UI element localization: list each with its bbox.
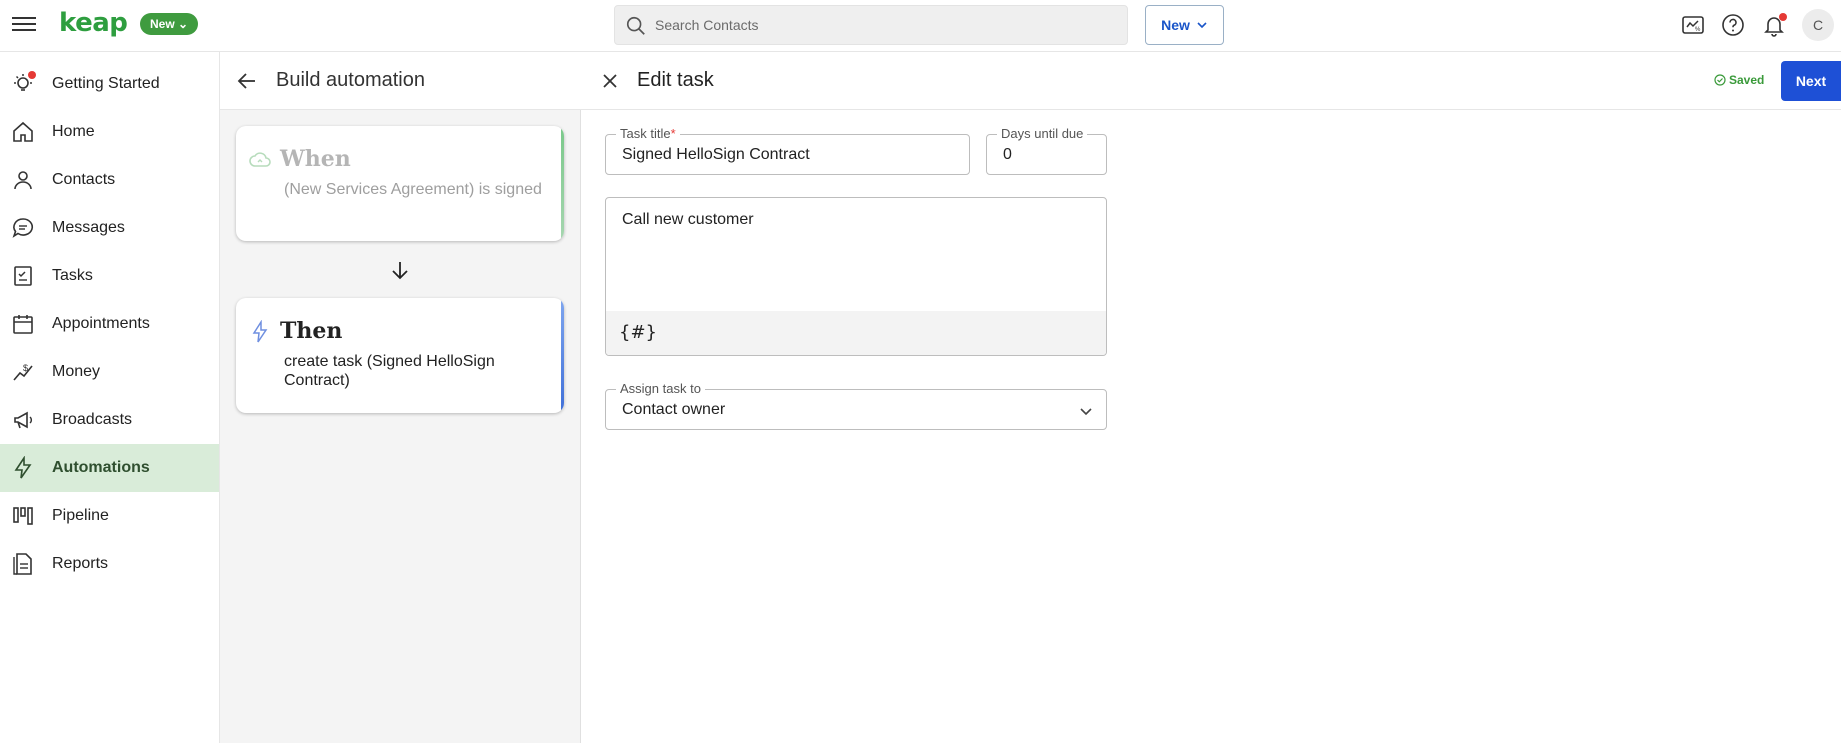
task-title-value: Signed HelloSign Contract [622,146,810,163]
sidebar-item-automations[interactable]: Automations [0,444,219,492]
menu-icon[interactable] [12,14,36,34]
chevron-down-icon [1080,408,1092,416]
task-title-field[interactable]: Task title* Signed HelloSign Contract [605,126,970,175]
report-icon [13,553,32,575]
sidebar-item-tasks[interactable]: Tasks [0,252,219,300]
new-button-label: New [1161,17,1190,33]
when-heading: When [280,146,351,172]
builder-title: Build automation [276,69,425,91]
calendar-icon [13,315,33,334]
task-description-textarea[interactable]: Call new customer {#} [605,197,1107,356]
chevron-down-icon: ⌄ [178,17,189,31]
assign-task-value: Contact owner [622,401,726,418]
sidebar-item-pipeline[interactable]: Pipeline [0,492,219,540]
chat-icon [12,218,34,238]
sales-receipt-icon[interactable]: % [1681,13,1705,37]
avatar[interactable]: C [1802,9,1834,41]
days-until-due-value: 0 [1003,146,1012,163]
new-button[interactable]: New [1145,5,1224,45]
sidebar-item-label: Getting Started [52,75,160,92]
svg-text:%: % [1695,27,1701,33]
sidebar-item-label: Home [52,123,95,140]
arrow-down-icon [392,262,408,280]
saved-status: Saved [1714,73,1764,87]
sidebar-item-label: Reports [52,555,109,572]
merge-field-button[interactable]: {#} [619,322,657,343]
edit-task-panel: Edit task Saved Next Task title* Signed … [581,52,1841,743]
help-icon[interactable] [1721,13,1745,37]
next-button[interactable]: Next [1781,61,1841,101]
sidebar-item-reports[interactable]: Reports [0,540,219,588]
sidebar-item-label: Messages [52,219,125,236]
sidebar-item-home[interactable]: Home [0,108,219,156]
builder-header: Build automation [220,52,581,110]
sidebar-item-label: Pipeline [52,507,109,524]
home-icon [13,121,33,142]
checklist-icon [14,266,32,286]
sidebar-item-label: Broadcasts [52,411,133,428]
search-input[interactable] [655,6,1115,44]
chevron-down-icon [1197,22,1207,29]
top-bar: keap New ⌄ New % C [0,0,1841,52]
megaphone-icon [14,411,32,429]
sidebar-item-label: Money [52,363,101,380]
sidebar-item-messages[interactable]: Messages [0,204,219,252]
editor-header: Edit task Saved Next [581,52,1841,110]
assign-task-select[interactable]: Assign task to Contact owner [605,381,1107,430]
when-trigger-card[interactable]: When (New Services Agreement) is signed [236,126,564,241]
sidebar-item-contacts[interactable]: Contacts [0,156,219,204]
assign-task-label: Assign task to [616,381,705,396]
sidebar-item-label: Appointments [52,315,150,332]
automation-builder-panel: Build automation When (New Services Agre… [220,52,581,743]
sidebar-item-getting-started[interactable]: Getting Started [0,60,219,108]
keap-logo[interactable]: keap [59,8,128,38]
sidebar-item-label: Contacts [52,171,116,188]
pipeline-icon [13,507,33,525]
money-icon: $ [13,363,33,381]
search-icon [626,16,645,35]
getting-started-badge [28,71,36,79]
then-description: create task (Signed HelloSign Contract) [284,353,495,389]
then-action-card[interactable]: Then create task (Signed HelloSign Contr… [236,298,564,413]
back-arrow-icon[interactable] [235,69,259,93]
person-icon [14,171,32,190]
card-edge [561,298,564,413]
notification-badge [1779,13,1787,21]
svg-text:$: $ [23,363,28,373]
new-quick-add-button[interactable]: New ⌄ [140,13,199,35]
sidebar-item-appointments[interactable]: Appointments [0,300,219,348]
then-heading: Then [280,318,343,344]
close-icon[interactable] [598,69,622,93]
when-description: (New Services Agreement) is signed [284,181,542,198]
sidebar-item-label: Automations [52,459,150,476]
sidebar-item-money[interactable]: $ Money [0,348,219,396]
check-circle-icon [1714,74,1726,86]
required-asterisk: * [670,126,676,141]
cloud-icon [249,152,271,167]
task-description-value: Call new customer [622,211,754,228]
sidebar: Getting Started Home Contacts Messages T… [0,52,220,743]
editor-title: Edit task [637,69,714,91]
task-title-label: Task title* [616,126,680,141]
bolt-icon [14,456,32,479]
sidebar-item-label: Tasks [52,267,93,284]
bolt-icon [252,320,268,343]
search-bar[interactable] [614,5,1128,45]
card-edge [561,126,564,241]
new-pill-label: New [150,17,175,31]
days-until-due-field[interactable]: Days until due 0 [986,126,1107,175]
days-until-due-label: Days until due [997,126,1088,141]
saved-label: Saved [1729,73,1765,87]
sidebar-item-broadcasts[interactable]: Broadcasts [0,396,219,444]
textarea-toolbar: {#} [606,311,1106,355]
